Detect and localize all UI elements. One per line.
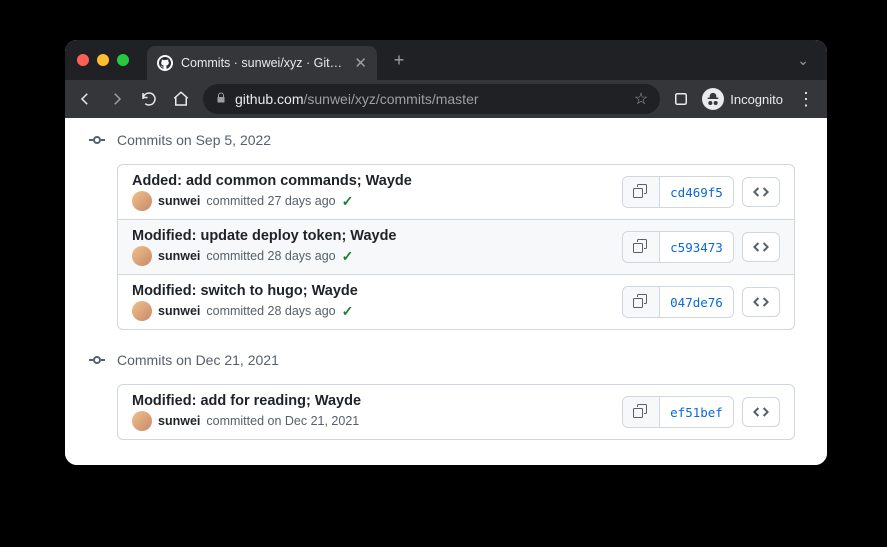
home-button[interactable] (171, 89, 191, 109)
incognito-indicator[interactable]: Incognito (702, 88, 783, 110)
minimize-window-button[interactable] (97, 54, 109, 66)
commit-actions: 047de76 (622, 286, 780, 318)
incognito-icon (702, 88, 724, 110)
status-check-icon[interactable]: ✓ (342, 193, 354, 210)
lock-icon (215, 92, 227, 107)
commit-info: Added: add common commands; Wayde sunwei… (132, 173, 622, 211)
commit-meta: sunwei committed 28 days ago ✓ (132, 246, 622, 266)
new-tab-button[interactable]: + (385, 46, 413, 74)
status-check-icon[interactable]: ✓ (342, 248, 354, 265)
commit-row: Added: add common commands; Wayde sunwei… (118, 165, 794, 219)
browse-code-button[interactable] (742, 177, 780, 207)
commit-node-icon (89, 132, 105, 148)
commit-group: Commits on Dec 21, 2021 Modified: add fo… (89, 346, 795, 440)
author-avatar[interactable] (132, 191, 152, 211)
tabs-dropdown-icon[interactable]: ⌄ (791, 52, 815, 69)
commit-time: committed 28 days ago (206, 304, 335, 318)
commit-sha-link[interactable]: cd469f5 (659, 177, 733, 207)
commit-info: Modified: update deploy token; Wayde sun… (132, 228, 622, 266)
commit-sha-link[interactable]: ef51bef (659, 397, 733, 427)
commit-meta: sunwei committed 27 days ago ✓ (132, 191, 622, 211)
commit-list: Added: add common commands; Wayde sunwei… (117, 164, 795, 330)
sha-button-group: 047de76 (622, 286, 734, 318)
commit-row: Modified: switch to hugo; Wayde sunwei c… (118, 274, 794, 329)
commit-actions: c593473 (622, 231, 780, 263)
browser-tab[interactable]: Commits · sunwei/xyz · GitHub ✕ (147, 46, 377, 80)
copy-sha-button[interactable] (623, 232, 659, 262)
commits-timeline: Commits on Sep 5, 2022 Added: add common… (65, 118, 811, 465)
incognito-label: Incognito (730, 92, 783, 107)
close-tab-icon[interactable]: ✕ (354, 56, 367, 71)
author-link[interactable]: sunwei (158, 194, 200, 208)
window-controls (77, 54, 129, 66)
maximize-window-button[interactable] (117, 54, 129, 66)
browse-code-button[interactable] (742, 397, 780, 427)
author-link[interactable]: sunwei (158, 249, 200, 263)
menu-kebab-icon[interactable]: ⋮ (795, 89, 817, 110)
sha-button-group: cd469f5 (622, 176, 734, 208)
commit-time: committed on Dec 21, 2021 (206, 414, 359, 428)
sha-button-group: ef51bef (622, 396, 734, 428)
author-avatar[interactable] (132, 301, 152, 321)
url-text: github.com/sunwei/xyz/commits/master (235, 91, 626, 107)
commit-actions: cd469f5 (622, 176, 780, 208)
copy-sha-button[interactable] (623, 287, 659, 317)
author-link[interactable]: sunwei (158, 414, 200, 428)
commit-group-date: Commits on Sep 5, 2022 (117, 132, 271, 148)
commit-group: Commits on Sep 5, 2022 Added: add common… (89, 126, 795, 330)
commit-time: committed 27 days ago (206, 194, 335, 208)
commit-row: Modified: add for reading; Wayde sunwei … (118, 385, 794, 439)
author-avatar[interactable] (132, 411, 152, 431)
back-button[interactable] (75, 89, 95, 109)
reload-button[interactable] (139, 89, 159, 109)
commit-node-icon (89, 352, 105, 368)
forward-button[interactable] (107, 89, 127, 109)
status-check-icon[interactable]: ✓ (342, 303, 354, 320)
commit-list: Modified: add for reading; Wayde sunwei … (117, 384, 795, 440)
address-bar[interactable]: github.com/sunwei/xyz/commits/master ☆ (203, 84, 660, 114)
copy-sha-button[interactable] (623, 397, 659, 427)
commit-group-date: Commits on Dec 21, 2021 (117, 352, 279, 368)
commit-title-link[interactable]: Modified: add for reading; Wayde (132, 393, 622, 409)
github-favicon-icon (157, 55, 173, 71)
commit-group-header: Commits on Dec 21, 2021 (89, 346, 795, 374)
close-window-button[interactable] (77, 54, 89, 66)
commit-title-link[interactable]: Added: add common commands; Wayde (132, 173, 622, 189)
commit-title-link[interactable]: Modified: update deploy token; Wayde (132, 228, 622, 244)
copy-sha-button[interactable] (623, 177, 659, 207)
commit-sha-link[interactable]: 047de76 (659, 287, 733, 317)
url-bar: github.com/sunwei/xyz/commits/master ☆ I… (65, 80, 827, 118)
commit-time: committed 28 days ago (206, 249, 335, 263)
browse-code-button[interactable] (742, 287, 780, 317)
page-content: Commits on Sep 5, 2022 Added: add common… (65, 118, 827, 465)
tab-title: Commits · sunwei/xyz · GitHub (181, 56, 346, 70)
commit-title-link[interactable]: Modified: switch to hugo; Wayde (132, 283, 622, 299)
browse-code-button[interactable] (742, 232, 780, 262)
commit-info: Modified: switch to hugo; Wayde sunwei c… (132, 283, 622, 321)
commit-actions: ef51bef (622, 396, 780, 428)
author-link[interactable]: sunwei (158, 304, 200, 318)
extensions-icon[interactable] (672, 90, 690, 108)
commit-row: Modified: update deploy token; Wayde sun… (118, 219, 794, 274)
commit-group-header: Commits on Sep 5, 2022 (89, 126, 795, 154)
commit-meta: sunwei committed on Dec 21, 2021 (132, 411, 622, 431)
commit-info: Modified: add for reading; Wayde sunwei … (132, 393, 622, 431)
bookmark-star-icon[interactable]: ☆ (634, 89, 648, 109)
title-bar: Commits · sunwei/xyz · GitHub ✕ + ⌄ (65, 40, 827, 80)
commit-sha-link[interactable]: c593473 (659, 232, 733, 262)
author-avatar[interactable] (132, 246, 152, 266)
browser-window: Commits · sunwei/xyz · GitHub ✕ + ⌄ gith… (65, 40, 827, 465)
commit-meta: sunwei committed 28 days ago ✓ (132, 301, 622, 321)
sha-button-group: c593473 (622, 231, 734, 263)
